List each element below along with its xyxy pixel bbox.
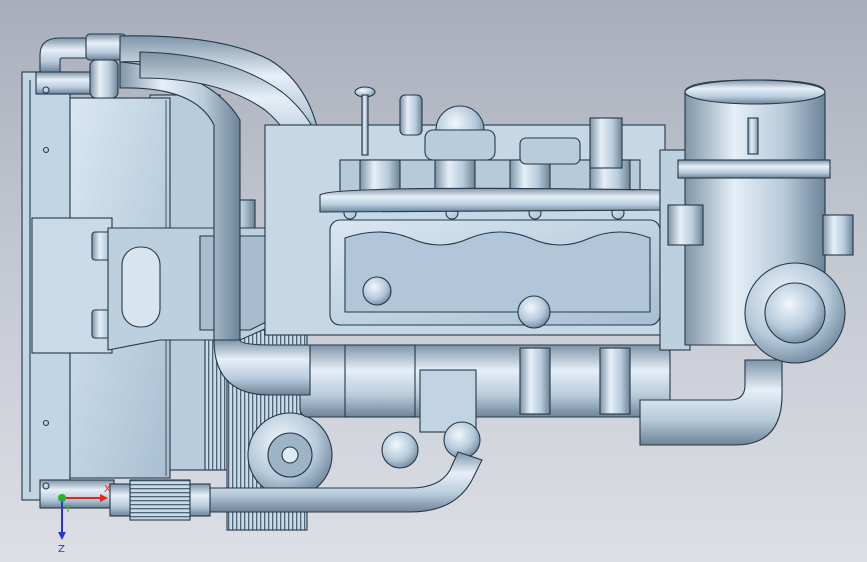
engine-model[interactable] — [0, 0, 867, 562]
x-axis-arrowhead — [100, 494, 108, 502]
z-axis-arrowhead — [58, 532, 66, 540]
intake-manifold — [299, 344, 671, 469]
x-axis-label: X — [104, 484, 111, 495]
y-axis-dot — [58, 494, 66, 502]
coordinate-triad: X Y Z — [58, 484, 111, 555]
z-axis-label: Z — [58, 544, 65, 555]
cad-viewport[interactable]: X Y Z — [0, 0, 867, 562]
air-filter — [659, 79, 854, 364]
y-axis-label: Y — [64, 504, 72, 515]
